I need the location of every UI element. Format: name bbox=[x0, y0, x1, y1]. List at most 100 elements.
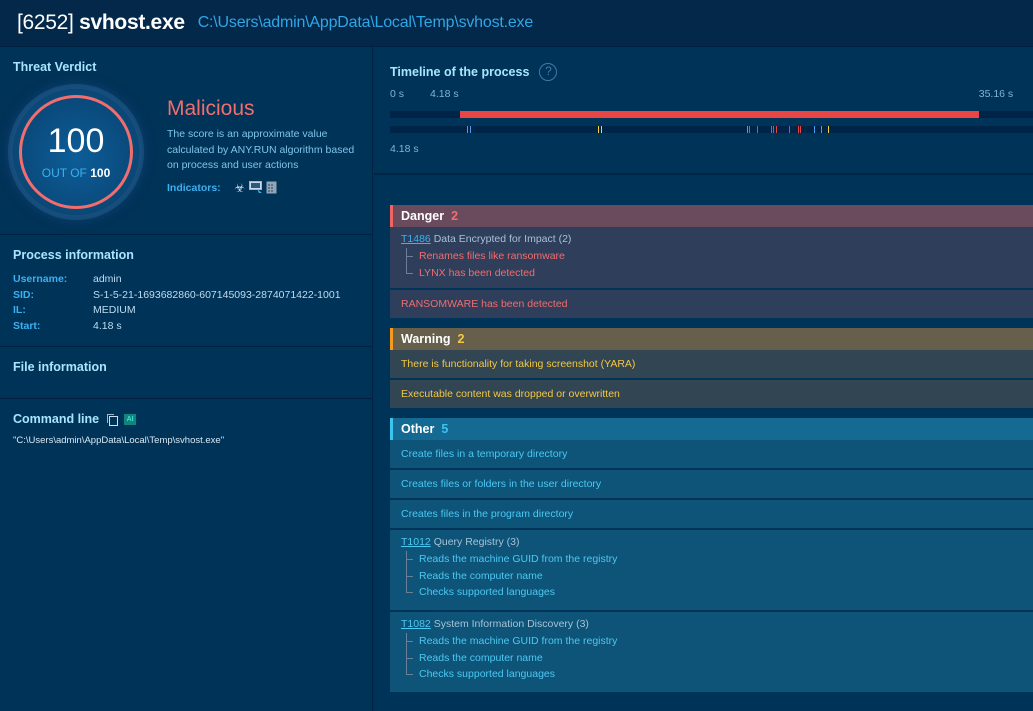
behavior-item[interactable]: Creates files or folders in the user dir… bbox=[390, 470, 1033, 498]
warning-label: Warning bbox=[401, 332, 451, 346]
process-timeline: Timeline of the process ? 0 s 4.18 s 35.… bbox=[374, 47, 1033, 175]
process-title: [6252] svhost.exe bbox=[17, 11, 185, 35]
behavior-item[interactable]: T1082 System Information Discovery (3) R… bbox=[390, 612, 1033, 692]
threat-verdict-title: Threat Verdict bbox=[13, 60, 97, 74]
timeline-start-label: 4.18 s bbox=[390, 143, 419, 155]
other-group-header[interactable]: Other 5 bbox=[390, 418, 1033, 440]
behavior-item[interactable]: RANSOMWARE has been detected bbox=[390, 290, 1033, 318]
behavior-subitem[interactable]: Reads the machine GUID from the registry bbox=[401, 551, 1022, 568]
timeline-event-marker-danger[interactable] bbox=[775, 126, 777, 133]
behavior-item[interactable]: Creates files in the program directory bbox=[390, 500, 1033, 528]
score-gauge: 100 OUT OF 100 bbox=[13, 89, 139, 215]
timeline-event-marker-danger[interactable] bbox=[748, 126, 750, 133]
mitre-link-t1012[interactable]: T1012 bbox=[401, 536, 431, 548]
behavior-subitem[interactable]: Reads the computer name bbox=[401, 649, 1022, 667]
timeline-event-marker-danger[interactable] bbox=[773, 126, 775, 133]
behavior-subitem[interactable]: Reads the machine GUID from the registry bbox=[401, 633, 1022, 650]
ai-badge-button[interactable]: AI bbox=[124, 413, 137, 425]
mitre-link-t1486[interactable]: T1486 bbox=[401, 233, 431, 245]
biohazard-icon[interactable]: ☣ bbox=[233, 181, 247, 195]
behavior-subitem[interactable]: LYNX has been detected bbox=[401, 264, 1022, 282]
timeline-event-marker-danger[interactable] bbox=[770, 126, 772, 133]
process-info-row: Username: admin bbox=[13, 272, 359, 288]
danger-group-header[interactable]: Danger 2 bbox=[390, 205, 1033, 227]
timeline-ticks: 0 s 4.18 s 35.16 s bbox=[390, 88, 1017, 104]
command-line-title: Command line bbox=[13, 412, 100, 426]
timeline-events-track[interactable] bbox=[390, 126, 1033, 133]
command-line-header: Command line AI bbox=[13, 412, 359, 426]
timeline-event-marker-danger[interactable] bbox=[797, 126, 799, 133]
timeline-event-marker-info[interactable] bbox=[469, 126, 471, 133]
file-information-title: File information bbox=[13, 360, 107, 374]
mitre-name: System Information Discovery (3) bbox=[433, 618, 589, 630]
danger-label: Danger bbox=[401, 209, 445, 223]
timeline-tick-process-end: 35.16 s bbox=[978, 88, 1014, 100]
other-label: Other bbox=[401, 422, 435, 436]
behavior-item[interactable]: There is functionality for taking screen… bbox=[390, 350, 1033, 378]
indicators-label: Indicators: bbox=[167, 182, 221, 194]
process-path-link[interactable]: C:\Users\admin\AppData\Local\Temp\svhost… bbox=[198, 14, 534, 32]
timeline-event-marker-info[interactable] bbox=[467, 126, 469, 133]
mitre-technique: T1012 Query Registry (3) bbox=[401, 536, 1022, 548]
timeline-header: Timeline of the process ? bbox=[390, 63, 1017, 81]
timeline-event-marker-info[interactable] bbox=[813, 126, 815, 133]
timeline-title: Timeline of the process bbox=[390, 65, 530, 79]
command-line-section: Command line AI "C:\Users\admin\AppData\… bbox=[0, 399, 372, 446]
timeline-tick-process-start: 4.18 s bbox=[429, 88, 459, 100]
mitre-link-t1082[interactable]: T1082 bbox=[401, 618, 431, 630]
process-name: svhost.exe bbox=[79, 11, 185, 34]
score-value: 100 bbox=[47, 122, 105, 160]
danger-group: Danger 2 T1486 Data Encrypted for Impact … bbox=[390, 205, 1033, 318]
behavior-subitem[interactable]: Checks supported languages bbox=[401, 584, 1022, 601]
timeline-event-marker-warning[interactable] bbox=[597, 126, 599, 133]
process-information-title: Process information bbox=[13, 248, 134, 262]
copy-icon[interactable] bbox=[107, 413, 119, 426]
other-group: Other 5 Create files in a temporary direc… bbox=[390, 418, 1033, 692]
timeline-event-marker-danger[interactable] bbox=[800, 126, 802, 133]
executable-icon[interactable] bbox=[248, 181, 263, 195]
timeline-event-marker-danger[interactable] bbox=[788, 126, 790, 133]
file-document-icon[interactable] bbox=[265, 181, 279, 195]
start-value: 4.18 s bbox=[93, 319, 122, 332]
warning-group: Warning 2 There is functionality for taki… bbox=[390, 328, 1033, 408]
start-key: Start: bbox=[13, 319, 41, 332]
username-value: admin bbox=[93, 273, 122, 285]
help-icon[interactable]: ? bbox=[539, 63, 558, 81]
threat-verdict-section: Threat Verdict 100 OUT OF 100 Malicious … bbox=[0, 47, 372, 235]
behavior-item[interactable]: T1012 Query Registry (3) Reads the machi… bbox=[390, 530, 1033, 610]
verdict-description: The score is an approximate value calcul… bbox=[167, 128, 355, 171]
process-pid: [6252] bbox=[17, 11, 74, 34]
behavior-groups: Danger 2 T1486 Data Encrypted for Impact … bbox=[390, 205, 1033, 694]
behavior-item[interactable]: T1486 Data Encrypted for Impact (2) Rena… bbox=[390, 227, 1033, 288]
timeline-event-marker-info[interactable] bbox=[821, 126, 823, 133]
out-of-label: OUT OF bbox=[41, 166, 87, 180]
process-info-row: Start: 4.18 s bbox=[13, 319, 359, 335]
timeline-event-marker-warning[interactable] bbox=[601, 126, 603, 133]
behavior-subitem[interactable]: Renames files like ransomware bbox=[401, 248, 1022, 265]
file-information-section[interactable]: File information bbox=[0, 347, 372, 399]
username-key: Username: bbox=[13, 273, 68, 285]
behavior-subitem[interactable]: Checks supported languages bbox=[401, 666, 1022, 683]
behavior-item[interactable]: Executable content was dropped or overwr… bbox=[390, 380, 1033, 408]
left-panel: Threat Verdict 100 OUT OF 100 Malicious … bbox=[0, 47, 373, 711]
warning-group-header[interactable]: Warning 2 bbox=[390, 328, 1033, 350]
timeline-event-marker-danger[interactable] bbox=[756, 126, 758, 133]
score-out-of: OUT OF 100 bbox=[13, 166, 139, 180]
process-header: [6252] svhost.exe C:\Users\admin\AppData… bbox=[0, 0, 1033, 47]
behavior-item[interactable]: Create files in a temporary directory bbox=[390, 440, 1033, 468]
il-key: IL: bbox=[13, 304, 26, 316]
sid-key: SID: bbox=[13, 288, 34, 301]
timeline-event-marker-warning[interactable] bbox=[827, 126, 829, 133]
timeline-lifespan-fill bbox=[459, 111, 979, 118]
timeline-event-marker-info[interactable] bbox=[746, 126, 748, 133]
indicators-row: Indicators: ☣ bbox=[167, 181, 281, 195]
right-panel: Timeline of the process ? 0 s 4.18 s 35.… bbox=[374, 47, 1033, 711]
timeline-lifespan-bar[interactable] bbox=[390, 111, 1033, 118]
warning-count: 2 bbox=[457, 332, 465, 346]
danger-count: 2 bbox=[451, 209, 459, 223]
behavior-subitem[interactable]: Reads the computer name bbox=[401, 567, 1022, 585]
verdict-label: Malicious bbox=[167, 97, 255, 120]
sid-value: S-1-5-21-1693682860-607145093-2874071422… bbox=[93, 288, 341, 301]
out-of-value: 100 bbox=[90, 166, 111, 180]
other-count: 5 bbox=[441, 422, 449, 436]
